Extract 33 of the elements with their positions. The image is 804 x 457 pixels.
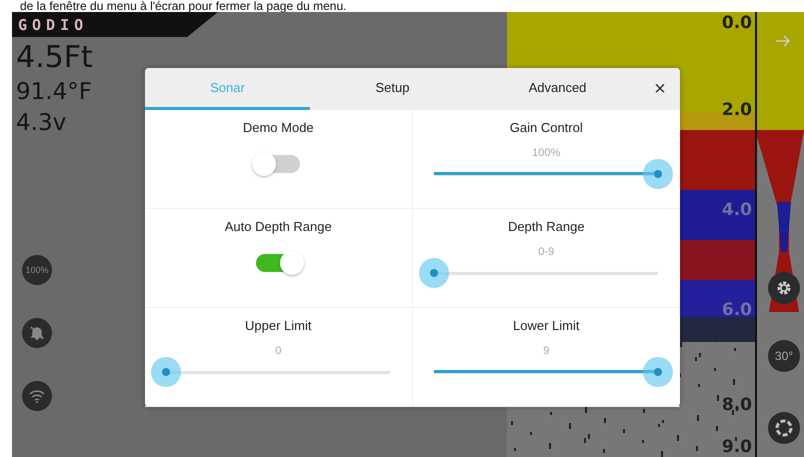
depth-label: 4.0 — [722, 202, 752, 219]
slider-thumb[interactable] — [151, 357, 182, 387]
slider-value: 0 — [275, 345, 282, 357]
sensor-reading: 4.5Ft — [16, 41, 93, 74]
percent-button[interactable]: 100% — [22, 254, 52, 285]
wifi-icon — [29, 388, 45, 403]
lifebuoy-icon — [774, 418, 794, 438]
setting-label: Auto Depth Range — [224, 219, 332, 234]
logo: GODIO — [18, 16, 88, 34]
tab[interactable]: Setup — [310, 68, 475, 110]
depth-label: 2.0 — [722, 102, 752, 119]
setting-label: Upper Limit — [245, 318, 312, 333]
tab[interactable]: Advanced — [475, 68, 640, 110]
slider-value: 9 — [543, 345, 550, 357]
depth-label: 6.0 — [722, 302, 752, 319]
slider-value: 100% — [532, 147, 560, 159]
sensor-reading: 4.3v — [16, 111, 66, 137]
slider-thumb[interactable] — [419, 258, 450, 288]
depth-label: 9.0 — [722, 439, 752, 456]
setting-label: Depth Range — [508, 219, 585, 234]
slider-thumb[interactable] — [643, 159, 674, 189]
close-button[interactable]: × — [640, 68, 680, 110]
setting-label: Lower Limit — [513, 318, 580, 333]
depth-label: 8.0 — [722, 397, 752, 414]
mute-button[interactable] — [22, 318, 52, 348]
setting-label: Gain Control — [510, 120, 583, 135]
slider-value: 0-9 — [538, 246, 554, 258]
bell-off-icon — [29, 324, 45, 341]
depth-label: 0.0 — [722, 15, 752, 32]
slider-thumb[interactable] — [643, 357, 674, 387]
sensor-reading: 91.4°F — [16, 80, 92, 106]
setting-label: Demo Mode — [242, 120, 314, 135]
wifi-button[interactable] — [22, 380, 52, 411]
